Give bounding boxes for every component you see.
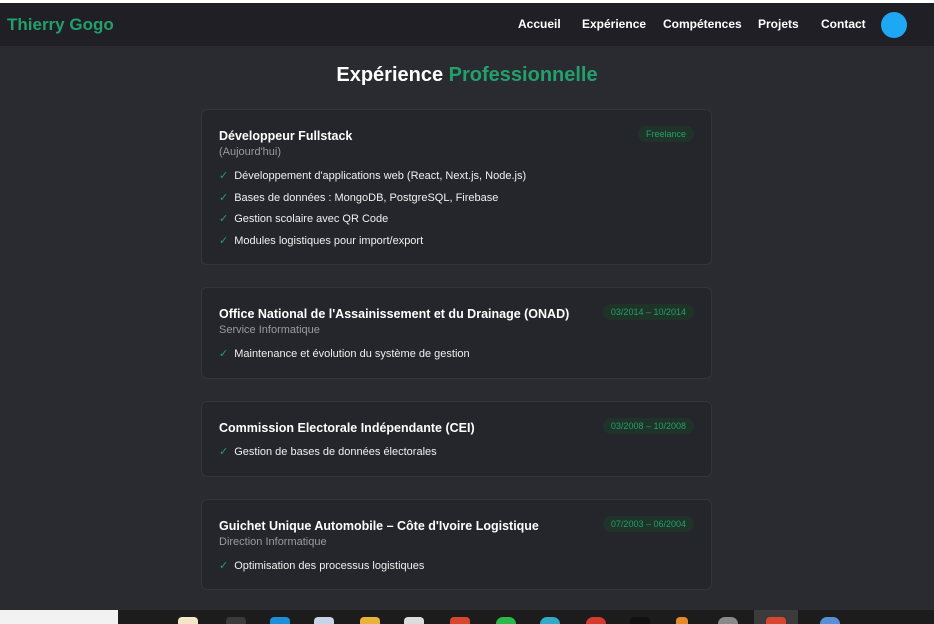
nav-link-competences[interactable]: Compétences	[663, 17, 742, 31]
app-icon[interactable]	[496, 617, 516, 624]
app-icon[interactable]	[178, 617, 198, 624]
list-item: ✓ Maintenance et évolution du système de …	[219, 346, 470, 368]
list-item: ✓ Optimisation des processus logistiques	[219, 558, 424, 580]
nav-link-accueil[interactable]: Accueil	[518, 17, 561, 31]
app-icon[interactable]	[450, 617, 470, 624]
app-icon[interactable]	[586, 617, 606, 624]
list-item: ✓ Gestion de bases de données électorales	[219, 444, 437, 466]
experience-items: ✓ Gestion de bases de données électorales	[219, 444, 437, 466]
navbar: Thierry Gogo Accueil Expérience Compéten…	[0, 3, 934, 46]
folder-icon[interactable]	[360, 617, 380, 624]
experience-badge: 03/2014 – 10/2014	[602, 304, 694, 320]
app-icon[interactable]	[226, 617, 246, 624]
experience-card: Commission Electorale Indépendante (CEI)…	[201, 401, 712, 477]
app-icon[interactable]	[718, 617, 738, 624]
experience-badge: 03/2008 – 10/2008	[602, 418, 694, 434]
experience-items: ✓ Développement d'applications web (React…	[219, 168, 526, 254]
experience-card: Office National de l'Assainissement et d…	[201, 287, 712, 379]
check-icon: ✓	[219, 234, 229, 247]
check-icon: ✓	[219, 348, 229, 360]
app-icon[interactable]	[404, 617, 424, 624]
list-item: ✓ Développement d'applications web (React…	[219, 168, 526, 190]
check-icon: ✓	[219, 446, 229, 458]
app-icon[interactable]	[630, 617, 650, 624]
experience-badge: Freelance	[637, 126, 694, 142]
list-item-text: Optimisation des processus logistiques	[234, 560, 425, 572]
os-taskbar	[0, 610, 934, 624]
list-item-text: Modules logistiques pour import/export	[234, 234, 424, 247]
app-icon[interactable]	[766, 617, 786, 624]
list-item-text: Maintenance et évolution du système de g…	[234, 348, 470, 360]
experience-badge: 07/2003 – 06/2004	[602, 516, 694, 532]
list-item: ✓ Bases de données : MongoDB, PostgreSQL,…	[219, 190, 526, 212]
nav-link-experience[interactable]: Expérience	[582, 17, 646, 31]
experience-subtitle: Direction Informatique	[219, 536, 327, 548]
page-title-main: Expérience	[336, 64, 444, 86]
avatar[interactable]	[881, 12, 907, 38]
check-icon: ✓	[219, 213, 229, 225]
list-item-text: Bases de données : MongoDB, PostgreSQL, …	[234, 191, 499, 204]
list-item-text: Gestion scolaire avec QR Code	[234, 213, 389, 225]
list-item-text: Développement d'applications web (React,…	[234, 170, 527, 182]
experience-title: Développeur Fullstack	[219, 129, 353, 143]
check-icon: ✓	[219, 170, 229, 182]
experience-items: ✓ Optimisation des processus logistiques	[219, 558, 424, 580]
experience-subtitle: Service Informatique	[219, 324, 320, 336]
check-icon: ✓	[219, 560, 229, 572]
experience-title: Guichet Unique Automobile – Côte d'Ivoir…	[219, 519, 539, 533]
taskbar-search-area[interactable]	[0, 610, 118, 624]
check-icon: ✓	[219, 191, 229, 204]
nav-link-contact[interactable]: Contact	[821, 17, 866, 31]
experience-card: Guichet Unique Automobile – Côte d'Ivoir…	[201, 499, 712, 590]
list-item: ✓ Modules logistiques pour import/export	[219, 233, 526, 255]
list-item-text: Gestion de bases de données électorales	[234, 446, 437, 458]
experience-subtitle: (Aujourd'hui)	[219, 146, 282, 158]
experience-items: ✓ Maintenance et évolution du système de …	[219, 346, 470, 368]
app-icon[interactable]	[820, 617, 840, 624]
app-icon[interactable]	[270, 617, 290, 624]
brand-logo[interactable]: Thierry Gogo	[7, 15, 114, 35]
experience-card: Développeur Fullstack (Aujourd'hui) Free…	[201, 109, 712, 265]
app-icon[interactable]	[314, 617, 334, 624]
app-icon[interactable]	[676, 617, 688, 624]
experience-title: Office National de l'Assainissement et d…	[219, 307, 570, 321]
list-item: ✓ Gestion scolaire avec QR Code	[219, 211, 526, 233]
nav-link-projets[interactable]: Projets	[758, 17, 799, 31]
page-title-accent: Professionnelle	[448, 64, 598, 86]
page-title: Expérience Professionnelle	[0, 64, 934, 87]
app-icon[interactable]	[540, 617, 560, 624]
experience-title: Commission Electorale Indépendante (CEI)	[219, 421, 475, 435]
